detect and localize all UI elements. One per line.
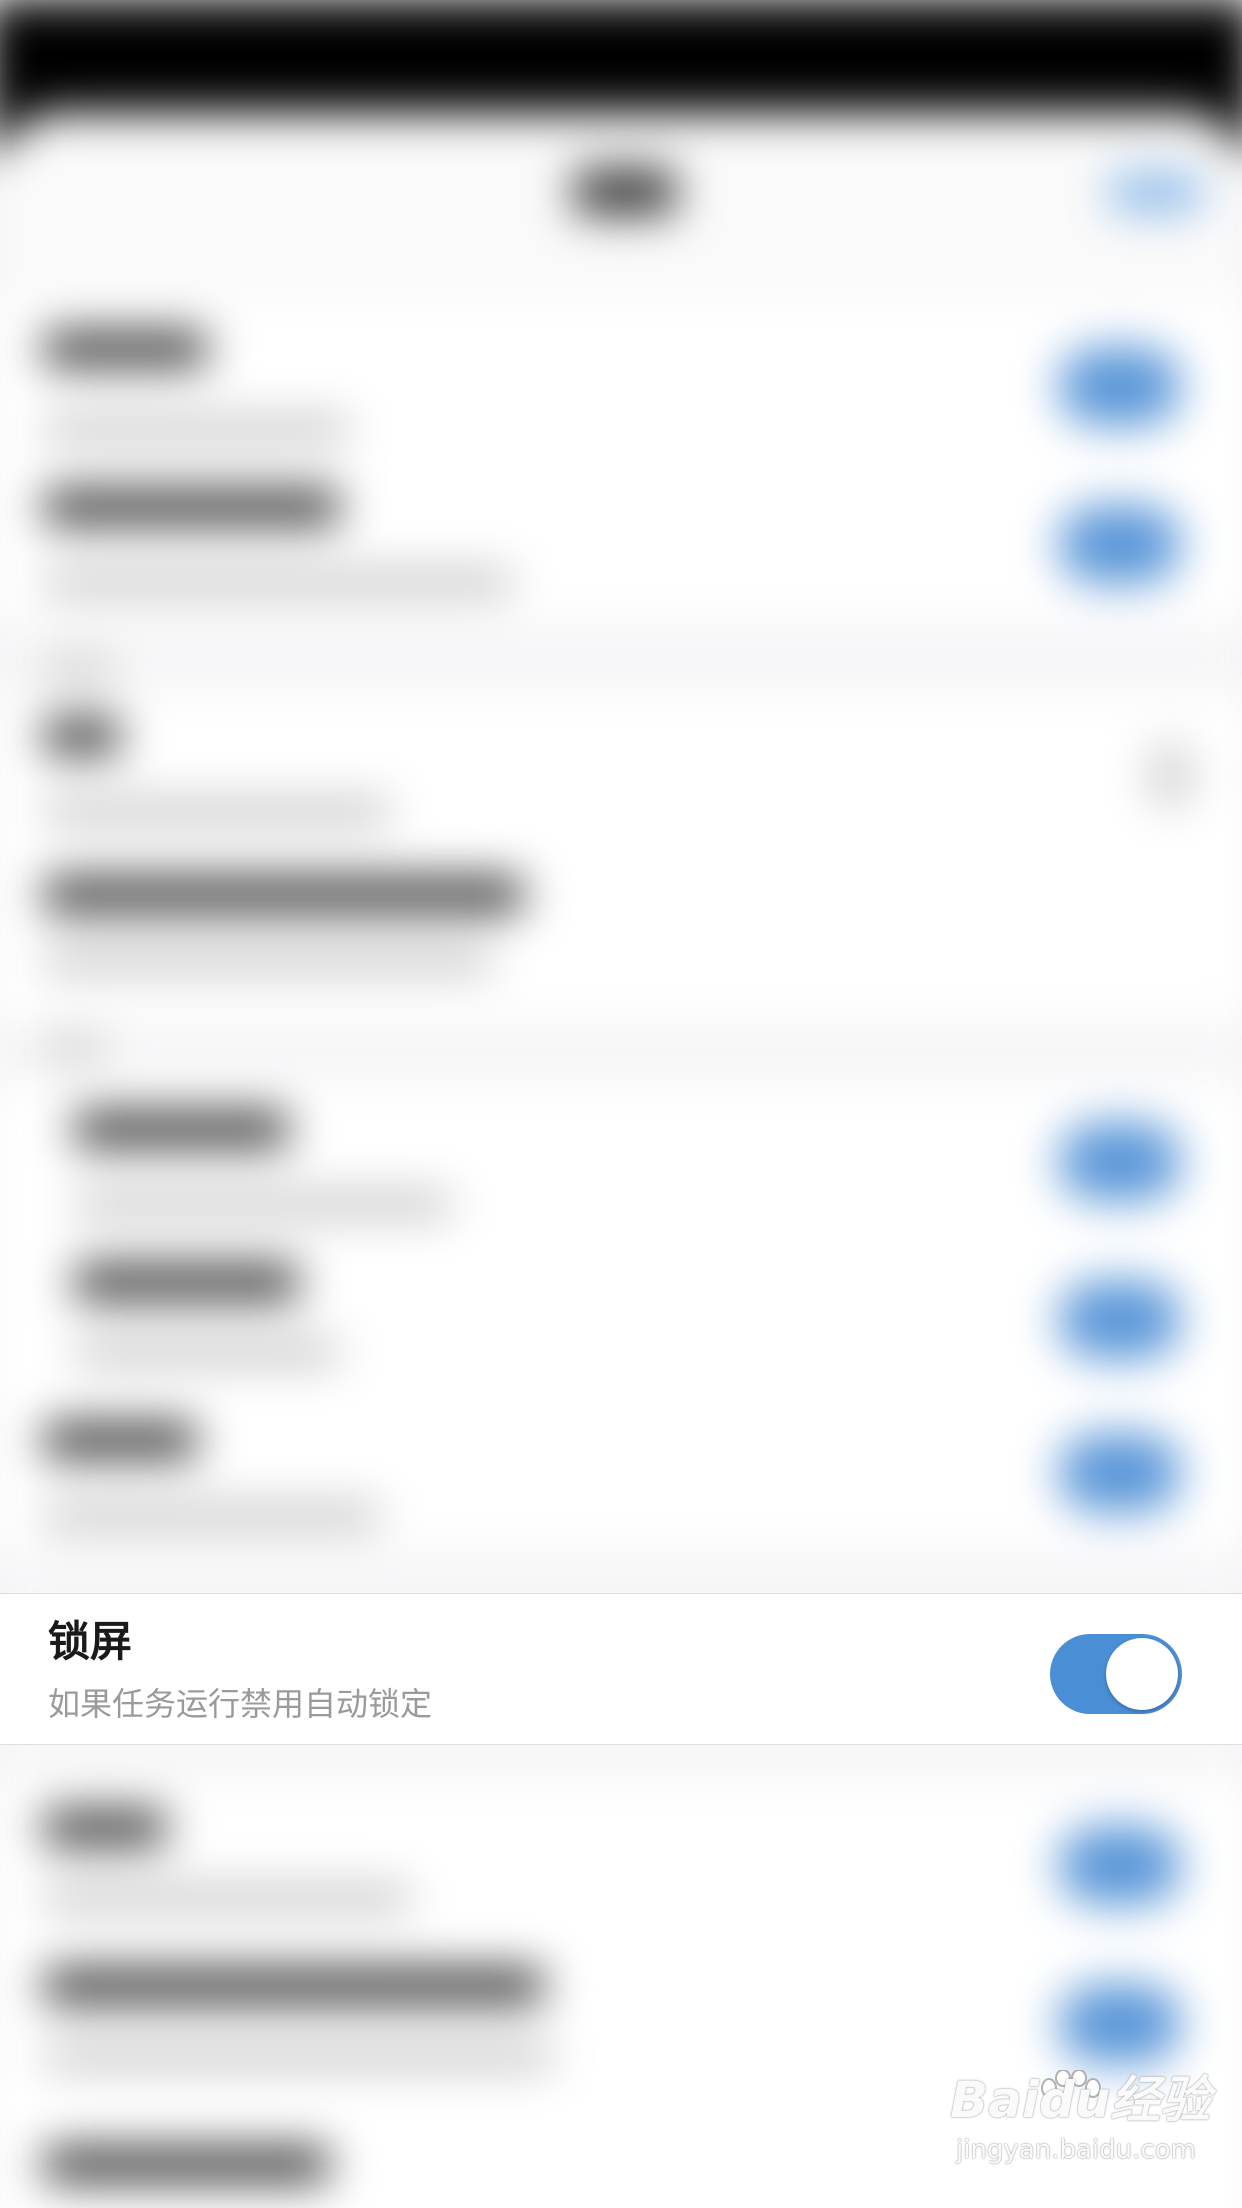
row-title-blurred	[43, 331, 207, 367]
nav-title-blurred	[574, 168, 677, 216]
row-subtitle-blurred	[43, 1887, 411, 1910]
lock-screen-title: 锁屏	[48, 1617, 133, 1666]
toggle-blurred	[1058, 1983, 1181, 2064]
toggle-blurred	[1058, 504, 1181, 585]
lock-screen-subtitle: 如果任务运行禁用自动锁定	[48, 1685, 433, 1723]
lock-screen-toggle[interactable]	[1050, 1634, 1182, 1714]
row-title-blurred	[74, 1111, 289, 1147]
row-subtitle-blurred	[74, 1193, 452, 1216]
watermark-brand: Baidu经验	[950, 2071, 1211, 2129]
row-subtitle-blurred	[43, 800, 391, 824]
row-subtitle-blurred	[74, 1341, 340, 1364]
toggle-knob	[1106, 1638, 1178, 1710]
row-title-blurred	[43, 1422, 197, 1458]
row-title-blurred	[43, 877, 524, 912]
row-title-blurred	[74, 1264, 299, 1300]
watermark: Baidu经验 jingyan.baidu.com	[950, 2070, 1230, 2190]
blurred-background	[0, 0, 1242, 2208]
row-title-blurred	[43, 1810, 167, 1846]
nav-action-blurred	[1109, 173, 1202, 213]
row-subtitle-blurred	[43, 418, 350, 441]
toggle-blurred	[1058, 346, 1181, 427]
row-subtitle-blurred	[43, 2045, 554, 2068]
toggle-blurred	[1058, 1280, 1181, 1360]
watermark-url: jingyan.baidu.com	[956, 2135, 1196, 2165]
row-title-blurred	[43, 1968, 544, 2004]
toggle-blurred	[1058, 1122, 1181, 1202]
row-subtitle-blurred	[43, 571, 513, 594]
settings-group	[0, 1081, 1242, 1551]
lock-screen-setting-row[interactable]: 锁屏 如果任务运行禁用自动锁定	[0, 1593, 1242, 1745]
chevron-blurred	[1150, 744, 1192, 806]
row-title-blurred	[43, 489, 340, 525]
screen: 锁屏 如果任务运行禁用自动锁定 Baidu经验 jingyan.baidu.co…	[0, 0, 1242, 2208]
toggle-blurred	[1058, 1825, 1181, 1906]
row-subtitle-blurred	[43, 1504, 381, 1527]
row-title-blurred	[43, 2147, 330, 2182]
toggle-blurred	[1058, 1433, 1181, 1513]
row-title-blurred	[43, 719, 121, 754]
section-header-blurred	[43, 1035, 105, 1060]
section-header-blurred	[43, 657, 116, 683]
row-subtitle-blurred	[43, 948, 493, 972]
